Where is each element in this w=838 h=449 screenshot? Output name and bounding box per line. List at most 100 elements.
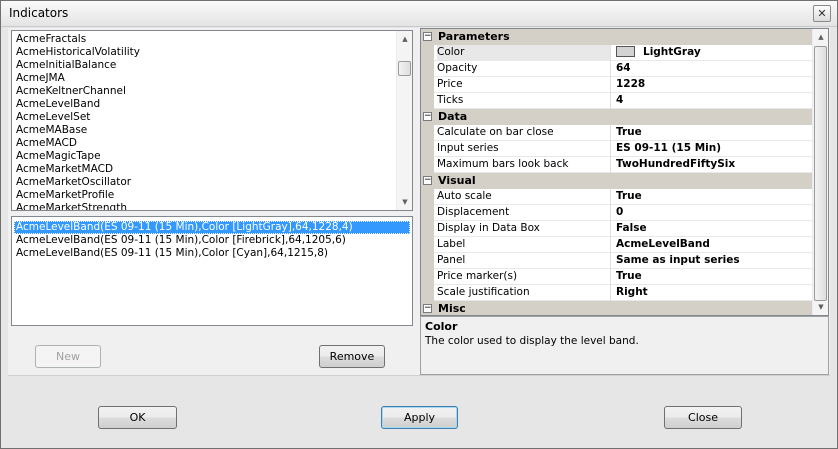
collapse-icon[interactable]: − [423, 304, 432, 313]
new-button[interactable]: New [35, 345, 101, 368]
property-name[interactable]: Panel [437, 253, 611, 269]
property-grid[interactable]: − Parameters Color LightGray Opacity 64 Price 1… [420, 28, 829, 316]
property-value[interactable]: True [614, 269, 812, 285]
category-parameters[interactable]: − Parameters [421, 29, 812, 45]
property-value[interactable]: False [614, 221, 812, 237]
property-value[interactable]: 64 [614, 61, 812, 77]
close-window-icon[interactable]: ✕ [813, 5, 831, 22]
list-item[interactable]: AcmeMarketMACD [14, 163, 396, 176]
property-name[interactable]: Displacement [437, 205, 611, 221]
color-swatch-icon [616, 46, 635, 57]
property-name[interactable]: Display in Data Box [437, 221, 611, 237]
category-label: Parameters [438, 30, 510, 43]
list-item[interactable]: AcmeMagicTape [14, 150, 396, 163]
property-name[interactable]: Price marker(s) [437, 269, 611, 285]
property-value[interactable]: True [614, 189, 812, 205]
apply-button[interactable]: Apply [381, 406, 458, 429]
scroll-down-icon[interactable]: ▼ [813, 299, 828, 315]
list-item[interactable]: AcmeFractals [14, 33, 396, 46]
title-bar[interactable]: Indicators ✕ [1, 1, 837, 27]
property-row[interactable]: Scale justification Right [421, 285, 812, 301]
content-panel: AcmeFractals AcmeHistoricalVolatility Acme… [8, 28, 830, 375]
close-button[interactable]: Close [664, 406, 742, 429]
property-value[interactable]: 0 [614, 205, 812, 221]
row-gutter [421, 125, 434, 141]
indicator-items: AcmeFractals AcmeHistoricalVolatility Acme… [14, 33, 396, 210]
list-item[interactable]: AcmeMarketProfile [14, 189, 396, 202]
property-grid-scrollbar[interactable]: ▲ ▼ [812, 29, 828, 315]
property-row[interactable]: Display in Data Box False [421, 221, 812, 237]
property-name[interactable]: Auto scale [437, 189, 611, 205]
property-row[interactable]: Opacity 64 [421, 61, 812, 77]
scroll-thumb[interactable] [398, 61, 411, 76]
applied-indicator-item[interactable]: AcmeLevelBand(ES 09-11 (15 Min),Color [F… [14, 234, 410, 247]
row-gutter [421, 237, 434, 253]
property-row[interactable]: Panel Same as input series [421, 253, 812, 269]
row-gutter [421, 157, 434, 173]
scroll-up-icon[interactable]: ▲ [813, 29, 828, 45]
list-item[interactable]: AcmeMarketOscillator [14, 176, 396, 189]
description-title: Color [425, 320, 458, 333]
property-row[interactable]: Label AcmeLevelBand [421, 237, 812, 253]
indicator-list-scrollbar[interactable]: ▲ ▼ [396, 31, 412, 210]
property-name[interactable]: Input series [437, 141, 611, 157]
property-name[interactable]: Opacity [437, 61, 611, 77]
property-value[interactable]: ES 09-11 (15 Min) [614, 141, 812, 157]
property-name[interactable]: Scale justification [437, 285, 611, 301]
row-gutter [421, 269, 434, 285]
description-text: The color used to display the level band… [425, 335, 639, 347]
property-name[interactable]: Label [437, 237, 611, 253]
ok-button[interactable]: OK [98, 406, 177, 429]
list-item[interactable]: AcmeJMA [14, 72, 396, 85]
category-label: Data [438, 110, 468, 123]
property-value[interactable]: Right [614, 285, 812, 301]
collapse-icon[interactable]: − [423, 32, 432, 41]
property-row[interactable]: Ticks 4 [421, 93, 812, 109]
scroll-thumb[interactable] [814, 46, 827, 301]
scroll-down-icon[interactable]: ▼ [397, 194, 412, 210]
property-value[interactable]: 4 [614, 93, 812, 109]
property-value[interactable]: LightGray [614, 45, 812, 61]
applied-indicator-item[interactable]: AcmeLevelBand(ES 09-11 (15 Min),Color [C… [14, 247, 410, 260]
scroll-up-icon[interactable]: ▲ [397, 31, 412, 47]
property-name[interactable]: Color [437, 45, 611, 61]
list-item[interactable]: AcmeLevelBand [14, 98, 396, 111]
category-data[interactable]: − Data [421, 109, 812, 125]
indicator-list[interactable]: AcmeFractals AcmeHistoricalVolatility Acme… [11, 30, 413, 211]
list-item[interactable]: AcmeInitialBalance [14, 59, 396, 72]
collapse-icon[interactable]: − [423, 112, 432, 121]
property-value[interactable]: AcmeLevelBand [614, 237, 812, 253]
list-item[interactable]: AcmeMarketStrength [14, 202, 396, 210]
property-name[interactable]: Price [437, 77, 611, 93]
row-gutter [421, 285, 434, 301]
remove-button[interactable]: Remove [319, 345, 385, 368]
category-misc[interactable]: − Misc [421, 301, 812, 315]
category-visual[interactable]: − Visual [421, 173, 812, 189]
property-row[interactable]: Maximum bars look back TwoHundredFiftySix [421, 157, 812, 173]
property-name[interactable]: Ticks [437, 93, 611, 109]
property-value[interactable]: TwoHundredFiftySix [614, 157, 812, 173]
property-row[interactable]: Price marker(s) True [421, 269, 812, 285]
window-title: Indicators [9, 6, 69, 20]
property-row[interactable]: Calculate on bar close True [421, 125, 812, 141]
property-row[interactable]: Price 1228 [421, 77, 812, 93]
applied-indicator-item[interactable]: AcmeLevelBand(ES 09-11 (15 Min),Color [L… [14, 221, 410, 234]
property-row[interactable]: Auto scale True [421, 189, 812, 205]
property-name[interactable]: Maximum bars look back [437, 157, 611, 173]
list-item[interactable]: AcmeHistoricalVolatility [14, 46, 396, 59]
property-row[interactable]: Color LightGray [421, 45, 812, 61]
list-item[interactable]: AcmeMABase [14, 124, 396, 137]
property-name[interactable]: Calculate on bar close [437, 125, 611, 141]
list-item[interactable]: AcmeLevelSet [14, 111, 396, 124]
applied-indicators-list[interactable]: AcmeLevelBand(ES 09-11 (15 Min),Color [L… [11, 216, 413, 326]
list-item[interactable]: AcmeKeltnerChannel [14, 85, 396, 98]
property-value[interactable]: Same as input series [614, 253, 812, 269]
property-row[interactable]: Displacement 0 [421, 205, 812, 221]
property-value[interactable]: True [614, 125, 812, 141]
collapse-icon[interactable]: − [423, 176, 432, 185]
row-gutter [421, 45, 434, 61]
indicators-dialog: Indicators ✕ AcmeFractals AcmeHistoricalV… [0, 0, 838, 449]
property-value[interactable]: 1228 [614, 77, 812, 93]
list-item[interactable]: AcmeMACD [14, 137, 396, 150]
property-row[interactable]: Input series ES 09-11 (15 Min) [421, 141, 812, 157]
